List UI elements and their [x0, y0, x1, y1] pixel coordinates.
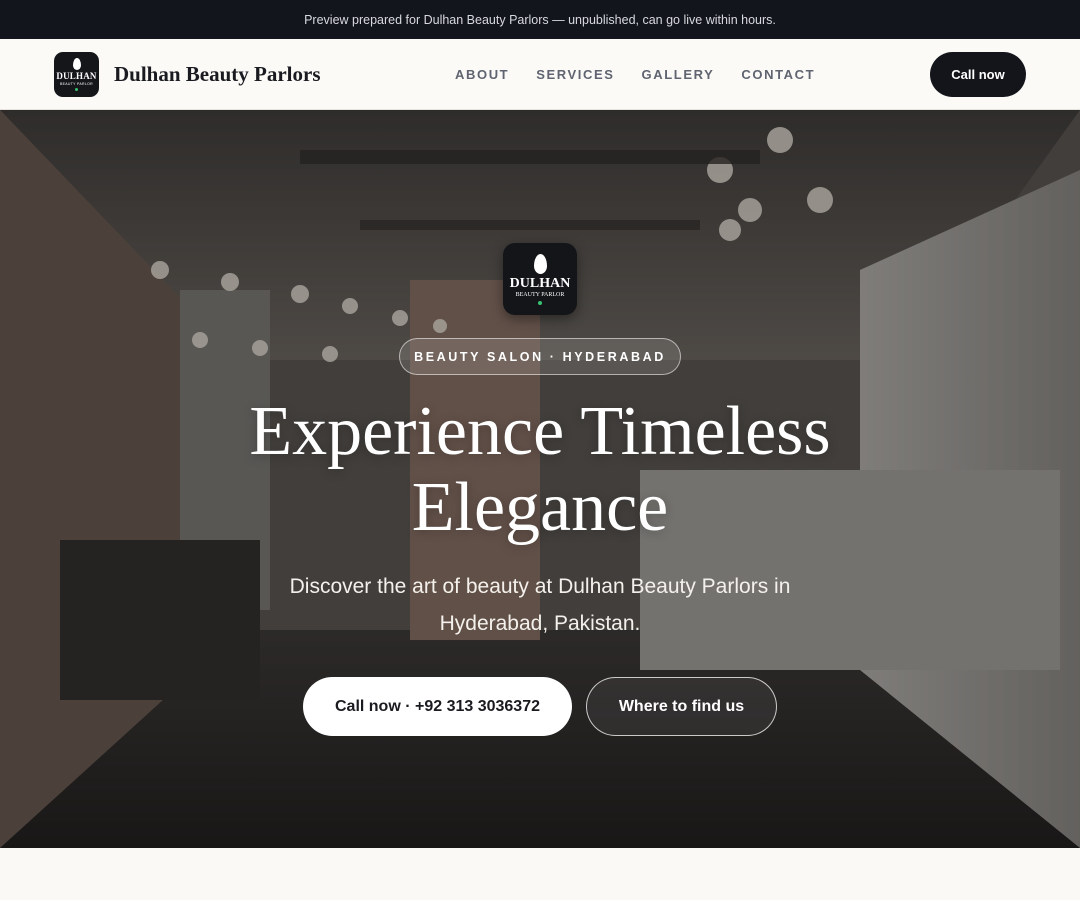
header-call-button[interactable]: Call now	[930, 52, 1026, 97]
logo-text: DULHAN	[56, 70, 97, 81]
hero-subhead: Discover the art of beauty at Dulhan Bea…	[289, 575, 791, 635]
preview-banner: Preview prepared for Dulhan Beauty Parlo…	[0, 0, 1080, 39]
hero-headline: Experience Timeless Elegance	[249, 393, 831, 546]
hero-logo: DULHAN BEAUTY PARLOR	[503, 243, 577, 315]
brand-logo: DULHAN BEAUTY PARLOR	[54, 51, 99, 97]
brand-name: Dulhan Beauty Parlors	[114, 61, 321, 86]
drop-icon	[533, 253, 547, 274]
site-header: DULHAN BEAUTY PARLOR Dulhan Beauty Parlo…	[0, 39, 1080, 110]
find-us-button[interactable]: Where to find us	[586, 677, 777, 736]
status-dot-icon	[538, 300, 542, 305]
nav-about[interactable]: ABOUT	[455, 67, 509, 82]
nav-gallery[interactable]: GALLERY	[642, 67, 715, 82]
hero-section: DULHAN BEAUTY PARLOR BEAUTY SALON · HYDE…	[0, 110, 1080, 848]
brand-link[interactable]: DULHAN BEAUTY PARLOR Dulhan Beauty Parlo…	[54, 51, 321, 97]
drop-icon	[72, 57, 81, 70]
preview-banner-text: Preview prepared for Dulhan Beauty Parlo…	[304, 12, 776, 27]
hero-eyebrow-badge: BEAUTY SALON · HYDERABAD	[399, 338, 681, 375]
logo-subtext: BEAUTY PARLOR	[60, 81, 93, 86]
hero-logo-subtext: BEAUTY PARLOR	[515, 291, 565, 298]
nav-services[interactable]: SERVICES	[536, 67, 614, 82]
hero-logo-text: DULHAN	[509, 275, 571, 291]
main-nav: ABOUT SERVICES GALLERY CONTACT	[455, 39, 815, 109]
nav-contact[interactable]: CONTACT	[741, 67, 815, 82]
call-now-button[interactable]: Call now · +92 313 3036372	[303, 677, 572, 736]
next-section	[0, 848, 1080, 900]
status-dot-icon	[75, 87, 78, 91]
